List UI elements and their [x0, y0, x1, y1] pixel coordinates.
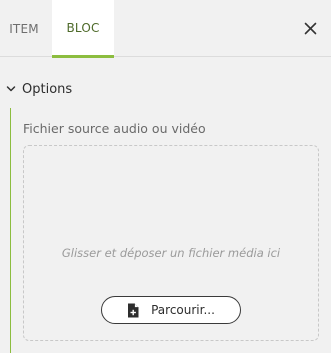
close-icon — [304, 22, 316, 34]
tab-bloc[interactable]: BLOC — [52, 0, 114, 58]
media-dropzone[interactable]: Glisser et déposer un fichier média ici … — [23, 145, 319, 341]
browse-button[interactable]: Parcourir... — [101, 296, 241, 324]
settings-panel: ITEM BLOC Options Fichier source audio o… — [0, 0, 331, 353]
tab-item-label: ITEM — [9, 21, 39, 36]
close-button[interactable] — [297, 15, 323, 41]
options-section-header[interactable]: Options — [0, 72, 331, 106]
section-title: Options — [22, 81, 73, 97]
tab-item[interactable]: ITEM — [0, 0, 48, 57]
drop-hint: Glisser et déposer un fichier média ici — [61, 246, 281, 260]
media-field-label: Fichier source audio ou vidéo — [23, 121, 206, 136]
file-add-icon — [128, 303, 139, 317]
tab-bar: ITEM BLOC — [0, 0, 331, 58]
section-accent-line — [10, 108, 11, 353]
tab-bloc-label: BLOC — [66, 20, 100, 35]
browse-button-label: Parcourir... — [151, 303, 215, 317]
chevron-down-icon — [5, 83, 17, 95]
